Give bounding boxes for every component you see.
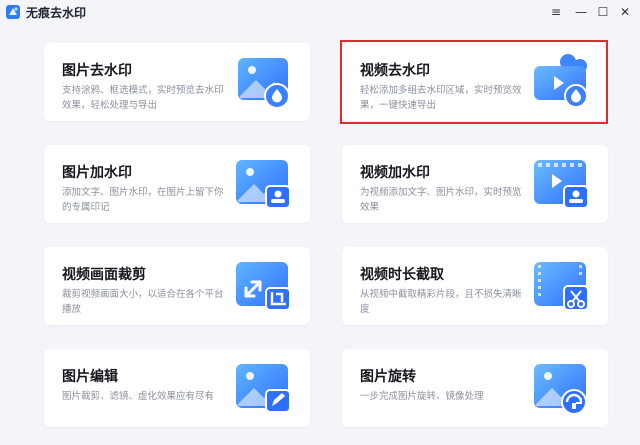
close-icon[interactable]: ✕ xyxy=(616,3,634,21)
card-title: 视频画面裁剪 xyxy=(62,267,146,283)
app-logo-icon xyxy=(6,5,20,19)
card-title: 视频时长截取 xyxy=(360,267,444,283)
card-title: 图片去水印 xyxy=(62,63,132,79)
maximize-icon[interactable]: ☐ xyxy=(594,3,612,21)
card-desc: 支持涂鸦、框选模式，实时预览去水印效果，轻松处理与导出 xyxy=(62,85,224,111)
card-title: 图片加水印 xyxy=(62,165,132,181)
video-trim-icon xyxy=(528,256,594,316)
image-edit-icon xyxy=(230,358,296,418)
card-title: 图片旋转 xyxy=(360,369,416,385)
video-add-watermark-icon xyxy=(528,154,594,214)
card-image-add-watermark[interactable]: 图片加水印 添加文字、图片水印，在图片上留下你的专属印记 xyxy=(44,145,310,223)
card-image-remove-watermark[interactable]: 图片去水印 支持涂鸦、框选模式，实时预览去水印效果，轻松处理与导出 xyxy=(44,43,310,121)
card-video-crop[interactable]: 视频画面裁剪 裁剪视频画面大小，以适合在各个平台播放 xyxy=(44,247,310,325)
card-desc: 添加文字、图片水印，在图片上留下你的专属印记 xyxy=(62,187,224,213)
card-desc: 轻松添加多组去水印区域，实时预览效果，一键快速导出 xyxy=(360,85,522,111)
image-rotate-icon xyxy=(528,358,594,418)
card-image-edit[interactable]: 图片编辑 图片裁剪、滤镜、虚化效果应有尽有 xyxy=(44,349,310,427)
app-title: 无痕去水印 xyxy=(26,6,87,20)
video-remove-watermark-icon xyxy=(528,52,594,112)
image-remove-watermark-icon xyxy=(230,52,296,112)
card-desc: 一步完成图片旋转、镜像处理 xyxy=(360,391,484,402)
minimize-icon[interactable]: — xyxy=(572,3,590,21)
image-add-watermark-icon xyxy=(230,154,296,214)
card-video-remove-watermark[interactable]: 视频去水印 轻松添加多组去水印区域，实时预览效果，一键快速导出 xyxy=(342,43,608,121)
card-title: 视频去水印 xyxy=(360,63,430,79)
card-video-add-watermark[interactable]: 视频加水印 为视频添加文字、图片水印，实时预览效果 xyxy=(342,145,608,223)
card-image-rotate[interactable]: 图片旋转 一步完成图片旋转、镜像处理 xyxy=(342,349,608,427)
card-desc: 裁剪视频画面大小，以适合在各个平台播放 xyxy=(62,289,224,315)
card-title: 图片编辑 xyxy=(62,369,118,385)
card-desc: 为视频添加文字、图片水印，实时预览效果 xyxy=(360,187,522,213)
menu-icon[interactable]: ≡ xyxy=(547,3,565,21)
video-crop-icon xyxy=(230,256,296,316)
card-title: 视频加水印 xyxy=(360,165,430,181)
card-video-trim[interactable]: 视频时长截取 从视频中截取精彩片段，且不损失清晰度 xyxy=(342,247,608,325)
card-desc: 从视频中截取精彩片段，且不损失清晰度 xyxy=(360,289,522,315)
card-desc: 图片裁剪、滤镜、虚化效果应有尽有 xyxy=(62,391,215,402)
title-bar: 无痕去水印 ≡ — ☐ ✕ xyxy=(0,0,640,24)
